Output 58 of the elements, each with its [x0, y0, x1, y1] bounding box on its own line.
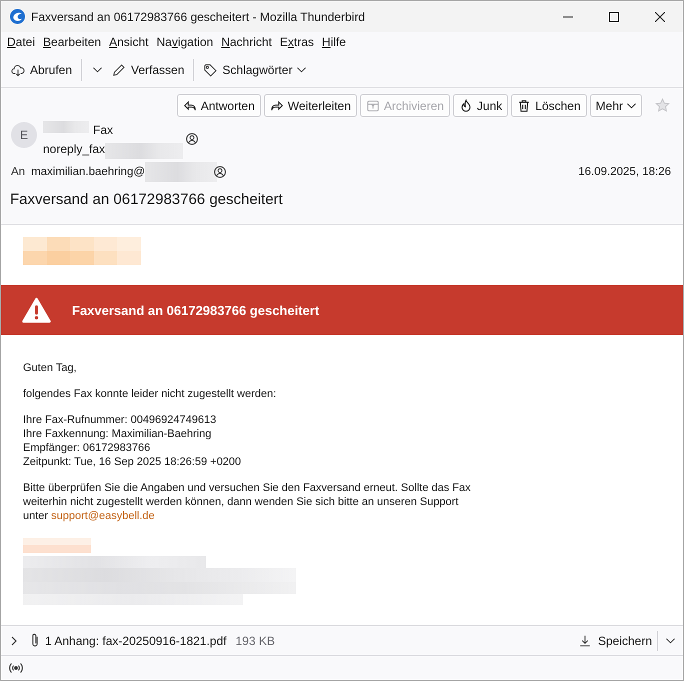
- detail-line: Ihre Fax-Rufnummer: 00496924749613: [23, 413, 218, 427]
- menu-item[interactable]: Hilfe: [318, 35, 350, 49]
- chevron-down-icon: [666, 638, 675, 644]
- body-paragraph: Bitte überprüfen Sie die Angaben und versuchen Sie den Faxversand erneut. Sollte das Fax weiterhin nicht zugestellt werden können, dann wenden Sie sich bitte an unseren Support unter support@easybell.de: [23, 481, 472, 523]
- avatar: E: [11, 122, 37, 148]
- menu-item[interactable]: Navigation: [152, 35, 218, 49]
- get-messages-button[interactable]: Abrufen: [7, 60, 76, 80]
- email-link[interactable]: support@easybell.de: [51, 510, 155, 522]
- attachment-size: 193 KB: [236, 634, 275, 648]
- window-title: Faxversand an 06172983766 gescheitert - Mozilla Thunderbird: [31, 10, 365, 24]
- close-icon: [655, 12, 665, 22]
- menu-item[interactable]: Extras: [276, 35, 318, 49]
- attachment-summary[interactable]: 1 Anhang: fax-20250916-1821.pdf: [45, 634, 226, 648]
- warning-icon: [22, 297, 51, 323]
- menu-item[interactable]: Datei: [3, 35, 40, 49]
- menu-item[interactable]: Bearbeiten: [39, 35, 106, 49]
- trash-icon: [517, 98, 532, 112]
- intro-text: folgendes Fax konnte leider nicht zugestellt werden:: [23, 387, 278, 401]
- more-button[interactable]: Mehr: [590, 94, 642, 117]
- contact-icon[interactable]: [214, 166, 226, 178]
- detail-line: Zeitpunkt: Tue, 16 Sep 2025 18:26:59 +0200: [23, 455, 242, 469]
- forward-button[interactable]: Weiterleiten: [264, 94, 357, 117]
- radio-waves-icon[interactable]: [8, 662, 24, 674]
- pencil-icon: [112, 62, 126, 76]
- sender-name: Fax: [93, 122, 114, 136]
- tags-button[interactable]: Schlagwörter: [199, 60, 310, 80]
- reply-button[interactable]: Antworten: [176, 94, 261, 117]
- forward-arrow-icon: [270, 98, 284, 112]
- save-button[interactable]: Speichern: [576, 630, 654, 650]
- compose-button[interactable]: Verfassen: [108, 60, 188, 80]
- banner-title: Faxversand an 06172983766 gescheitert: [72, 302, 320, 318]
- download-icon: [578, 634, 592, 648]
- detail-line: Ihre Faxkennung: Maximilian-Baehring: [23, 427, 212, 441]
- reply-arrow-icon: [182, 98, 197, 112]
- recipient-address[interactable]: maximilian.baehring@: [31, 166, 146, 178]
- sender-address[interactable]: noreply_fax: [43, 142, 106, 156]
- contact-icon[interactable]: [186, 133, 198, 145]
- tag-icon: [203, 62, 218, 76]
- delete-button[interactable]: Löschen: [511, 94, 587, 117]
- detail-line: Empfänger: 06172983766: [23, 441, 152, 455]
- maximize-icon: [609, 12, 619, 22]
- menu-item[interactable]: Nachricht: [217, 35, 276, 49]
- chevron-down-icon: [627, 102, 636, 108]
- recipient-label: An: [11, 166, 26, 178]
- cloud-download-icon: [11, 62, 25, 76]
- message-date: 16.09.2025, 18:26: [578, 166, 671, 178]
- app-logo-icon: [10, 9, 25, 24]
- chevron-down-icon: [93, 66, 102, 72]
- paperclip-icon: [31, 633, 39, 648]
- star-icon[interactable]: [655, 98, 670, 113]
- message-subject: Faxversand an 06172983766 gescheitert: [10, 190, 284, 210]
- junk-button[interactable]: Junk: [452, 94, 508, 117]
- expand-chevron-icon[interactable]: [9, 636, 19, 646]
- archive-box-icon: [366, 98, 380, 112]
- menu-item[interactable]: Ansicht: [105, 35, 152, 49]
- greeting-text: Guten Tag,: [23, 361, 78, 375]
- chevron-down-icon: [297, 66, 306, 72]
- flame-icon: [458, 98, 473, 112]
